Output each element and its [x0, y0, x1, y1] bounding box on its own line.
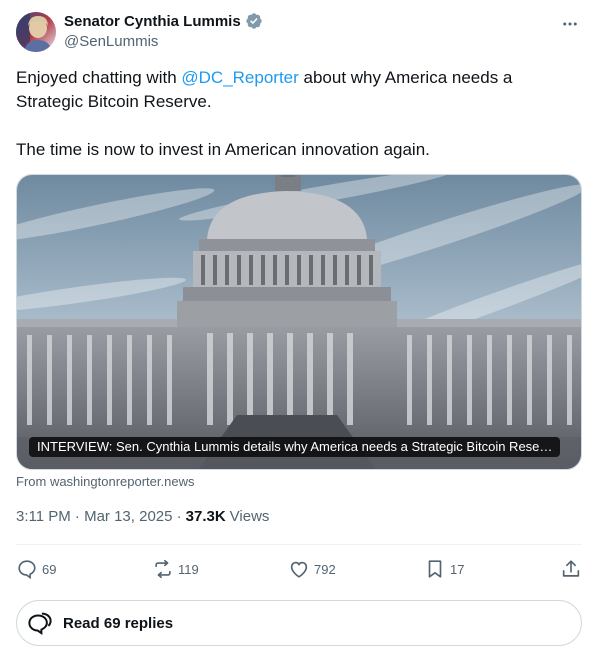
- more-options-button[interactable]: [558, 12, 582, 36]
- views-count: 37.3K: [185, 508, 226, 525]
- more-dots-icon: [563, 22, 577, 26]
- tweet-text: Enjoyed chatting with @DC_Reporter about…: [16, 66, 582, 162]
- action-bar: 69 119 792 17: [16, 553, 582, 585]
- bookmark-button[interactable]: 17: [424, 558, 524, 580]
- views-label: Views: [229, 508, 270, 525]
- like-button[interactable]: 792: [288, 558, 388, 580]
- avatar-image: [16, 12, 56, 52]
- mention-link[interactable]: @DC_Reporter: [181, 68, 298, 87]
- card-title: INTERVIEW: Sen. Cynthia Lummis details w…: [29, 437, 561, 457]
- bookmark-count: 17: [450, 561, 465, 577]
- verified-badge-icon: [245, 12, 263, 30]
- timestamp[interactable]: 3:11 PM · Mar 13, 2025 ·: [16, 508, 182, 525]
- heart-icon: [290, 561, 308, 578]
- bookmark-icon: [428, 560, 442, 578]
- link-card[interactable]: INTERVIEW: Sen. Cynthia Lummis details w…: [16, 174, 582, 470]
- reply-icon: [18, 560, 36, 580]
- share-button[interactable]: [560, 558, 582, 580]
- repost-icon: [155, 559, 171, 579]
- avatar[interactable]: [16, 12, 56, 52]
- repost-count: 119: [178, 561, 199, 577]
- author-display-name[interactable]: Senator Cynthia Lummis: [64, 13, 241, 30]
- tweet-meta: 3:11 PM · Mar 13, 2025 · 37.3K Views: [16, 508, 269, 525]
- repost-button[interactable]: 119: [152, 558, 252, 580]
- tweet-paragraph-1: Enjoyed chatting with @DC_Reporter about…: [16, 66, 582, 114]
- read-replies-label: Read 69 replies: [63, 614, 174, 632]
- tweet-text-start: Enjoyed chatting with: [16, 68, 182, 87]
- reply-count: 69: [42, 561, 57, 577]
- card-source[interactable]: From washingtonreporter.news: [16, 474, 194, 489]
- read-replies-button[interactable]: Read 69 replies: [16, 600, 582, 646]
- author-name-row[interactable]: Senator Cynthia Lummis: [64, 12, 263, 30]
- replies-bubble-icon: [28, 612, 52, 636]
- author-handle[interactable]: @SenLummis: [64, 33, 158, 50]
- share-icon: [562, 560, 580, 577]
- capitol-image: [17, 175, 581, 469]
- tweet-spacer: [16, 114, 582, 138]
- reply-button[interactable]: 69: [16, 558, 116, 580]
- divider-top: [16, 544, 582, 545]
- like-count: 792: [314, 561, 336, 577]
- tweet-paragraph-2: The time is now to invest in American in…: [16, 140, 430, 159]
